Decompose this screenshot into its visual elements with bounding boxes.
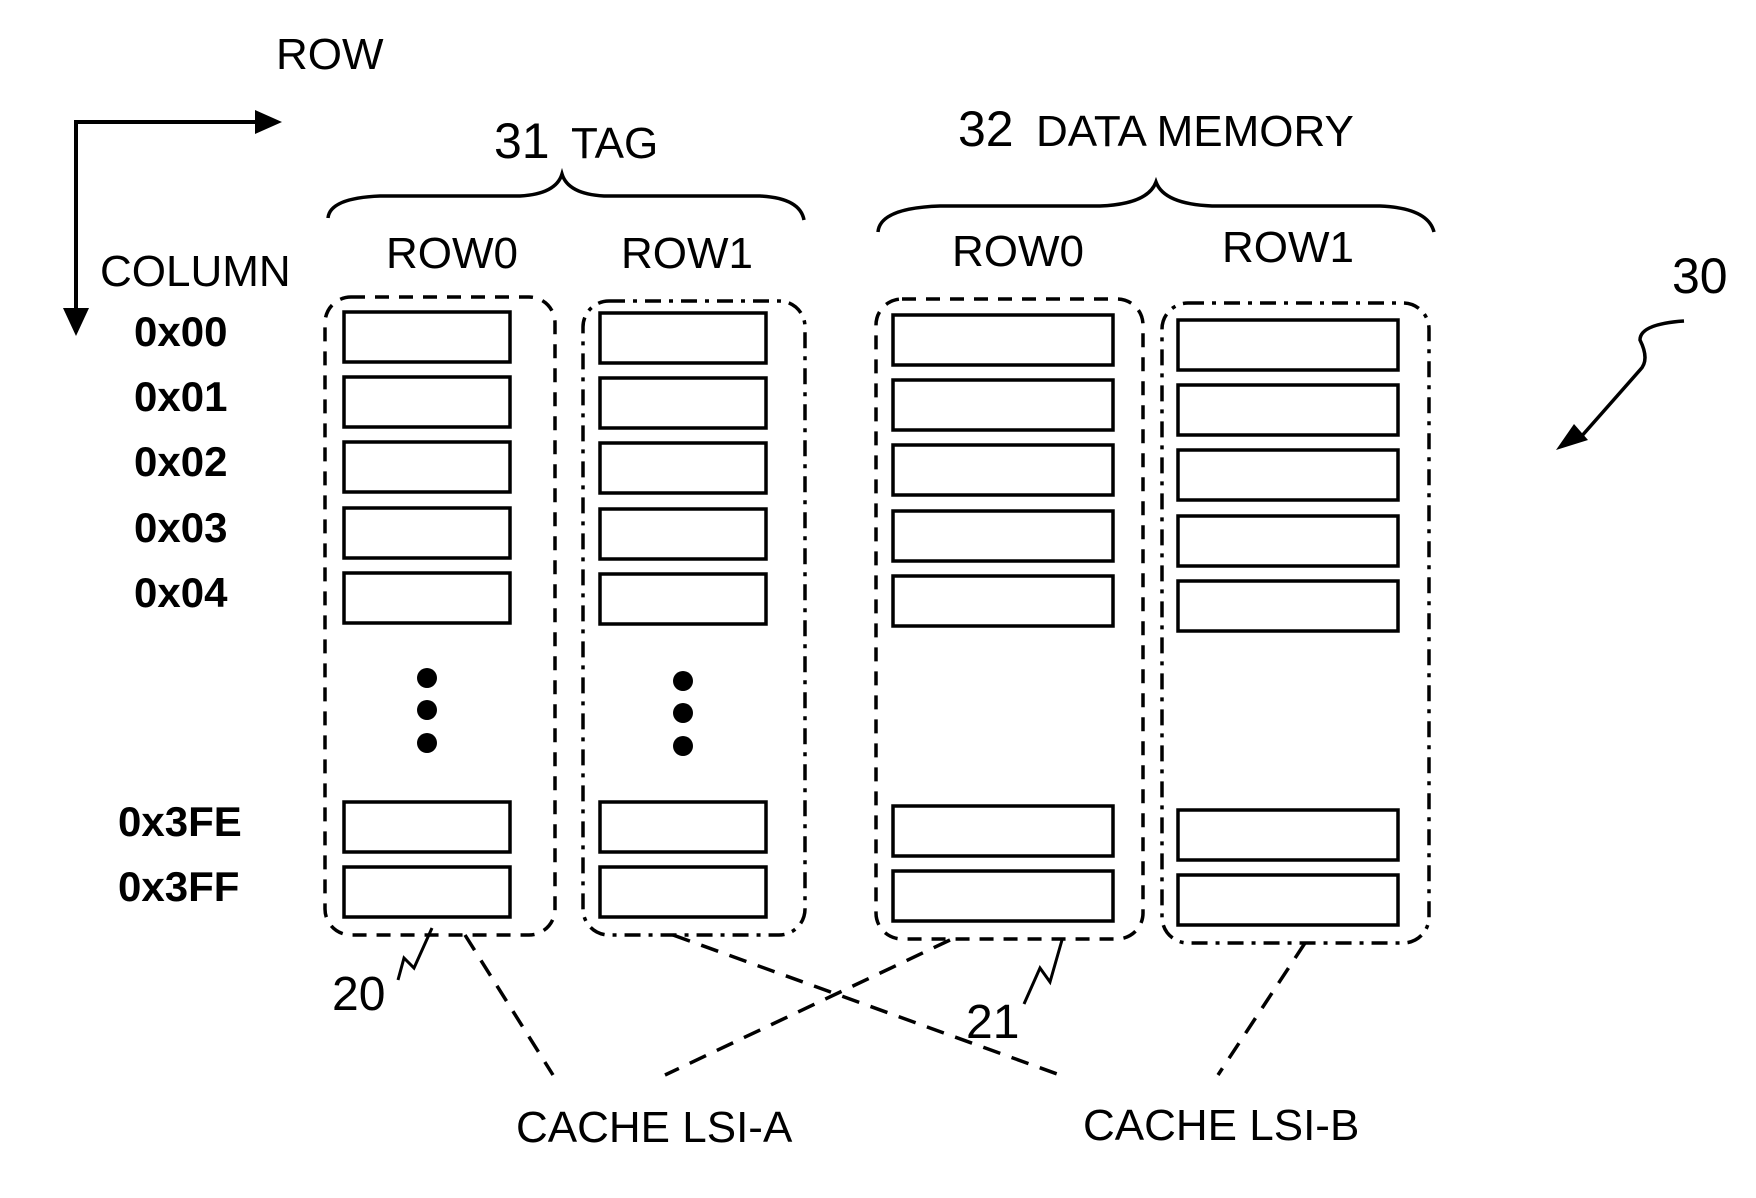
cache-diagram: ROW COLUMN 0x00 0x01 0x02 0x03 0x04 0x3F… xyxy=(63,30,1728,1152)
data-memory-group-heading: 32 DATA MEMORY xyxy=(876,101,1436,233)
row-axis-arrow-icon xyxy=(74,120,260,332)
data-memory-row0-cell xyxy=(891,574,1115,628)
column-arrowhead-icon xyxy=(63,308,89,336)
column-address: 0x04 xyxy=(134,569,228,616)
ellipsis-dot xyxy=(417,733,437,753)
tag-row1-cell xyxy=(598,376,768,430)
column-address: 0x01 xyxy=(134,373,227,420)
data-memory-row1-cell xyxy=(1176,579,1400,633)
tag-title: TAG xyxy=(571,119,658,168)
tag-row1-header: ROW1 xyxy=(621,229,753,278)
tag-group-heading: 31 TAG xyxy=(326,113,806,221)
tag-row0-ellipsis-icon xyxy=(417,668,437,753)
tag-numeral: 31 xyxy=(494,113,550,169)
axis-indicator: ROW COLUMN xyxy=(63,30,384,336)
callout-21-numeral: 21 xyxy=(966,996,1019,1049)
tag-row1-cell xyxy=(598,865,768,919)
ellipsis-dot xyxy=(417,700,437,720)
column-address: 0x03 xyxy=(134,504,227,551)
data-memory-numeral: 32 xyxy=(958,101,1014,157)
tag-row0-cell xyxy=(342,800,512,854)
row-axis-label: ROW xyxy=(276,30,384,79)
tag-row1-cell xyxy=(598,800,768,854)
figure-numeral: 30 xyxy=(1672,248,1728,304)
tag-row0-cell xyxy=(342,571,512,625)
column-address: 0x00 xyxy=(134,308,227,355)
row-arrowhead-icon xyxy=(255,110,282,134)
lsi-a-to-tag-row0-line xyxy=(463,934,555,1076)
column-address: 0x3FF xyxy=(118,863,239,910)
ellipsis-dot xyxy=(417,668,437,688)
tag-row1-cell xyxy=(598,311,768,365)
cache-connections xyxy=(463,933,1307,1077)
column-address: 0x3FE xyxy=(118,798,242,845)
data-memory-row1-header: ROW1 xyxy=(1222,223,1354,272)
memory-cells xyxy=(342,310,1400,927)
data-memory-title: DATA MEMORY xyxy=(1036,107,1354,156)
callout-21-leader-icon xyxy=(1022,939,1064,1005)
tag-row1-cell xyxy=(598,507,768,561)
cache-lsi-a-label: CACHE LSI-A xyxy=(516,1103,793,1152)
tag-row0-cell xyxy=(342,375,512,429)
tag-row1-cell xyxy=(598,572,768,626)
callout-20-numeral: 20 xyxy=(332,968,385,1021)
tag-brace-icon xyxy=(326,167,806,221)
tag-row0-cell xyxy=(342,310,512,364)
tag-row1-cell xyxy=(598,441,768,495)
lsi-b-to-data-row1-line xyxy=(1216,942,1307,1076)
data-memory-row0-cell xyxy=(891,509,1115,563)
tag-row0-header: ROW0 xyxy=(386,229,518,278)
data-memory-row1-cell xyxy=(1176,448,1400,502)
data-memory-row0-cell xyxy=(891,804,1115,858)
data-memory-row1-cell xyxy=(1176,873,1400,927)
ellipsis-dot xyxy=(673,703,693,723)
data-memory-row0-cell xyxy=(891,443,1115,497)
tag-row0-cell xyxy=(342,440,512,494)
cache-lsi-b-label: CACHE LSI-B xyxy=(1083,1101,1359,1150)
data-memory-row0-cell xyxy=(891,313,1115,367)
tag-row1-ellipsis-icon xyxy=(673,671,693,756)
data-memory-row1-cell xyxy=(1176,808,1400,862)
data-memory-row1-cell xyxy=(1176,383,1400,437)
lsi-a-to-data-row0-line xyxy=(664,938,951,1077)
column-address-list: 0x00 0x01 0x02 0x03 0x04 0x3FE 0x3FF xyxy=(118,308,242,910)
ellipsis-dot xyxy=(673,671,693,691)
data-memory-row0-cell xyxy=(891,869,1115,923)
data-memory-row1-cell xyxy=(1176,514,1400,568)
column-axis-label: COLUMN xyxy=(100,247,291,296)
data-memory-row0-cell xyxy=(891,378,1115,432)
data-memory-row1-cell xyxy=(1176,318,1400,372)
ellipsis-dot xyxy=(673,736,693,756)
figure-pointer-arrow-icon xyxy=(1578,319,1685,440)
data-memory-row0-header: ROW0 xyxy=(952,227,1084,276)
tag-row0-cell xyxy=(342,865,512,919)
tag-row0-cell xyxy=(342,506,512,560)
column-address: 0x02 xyxy=(134,438,227,485)
figure-pointer-arrowhead-icon xyxy=(1556,424,1588,450)
